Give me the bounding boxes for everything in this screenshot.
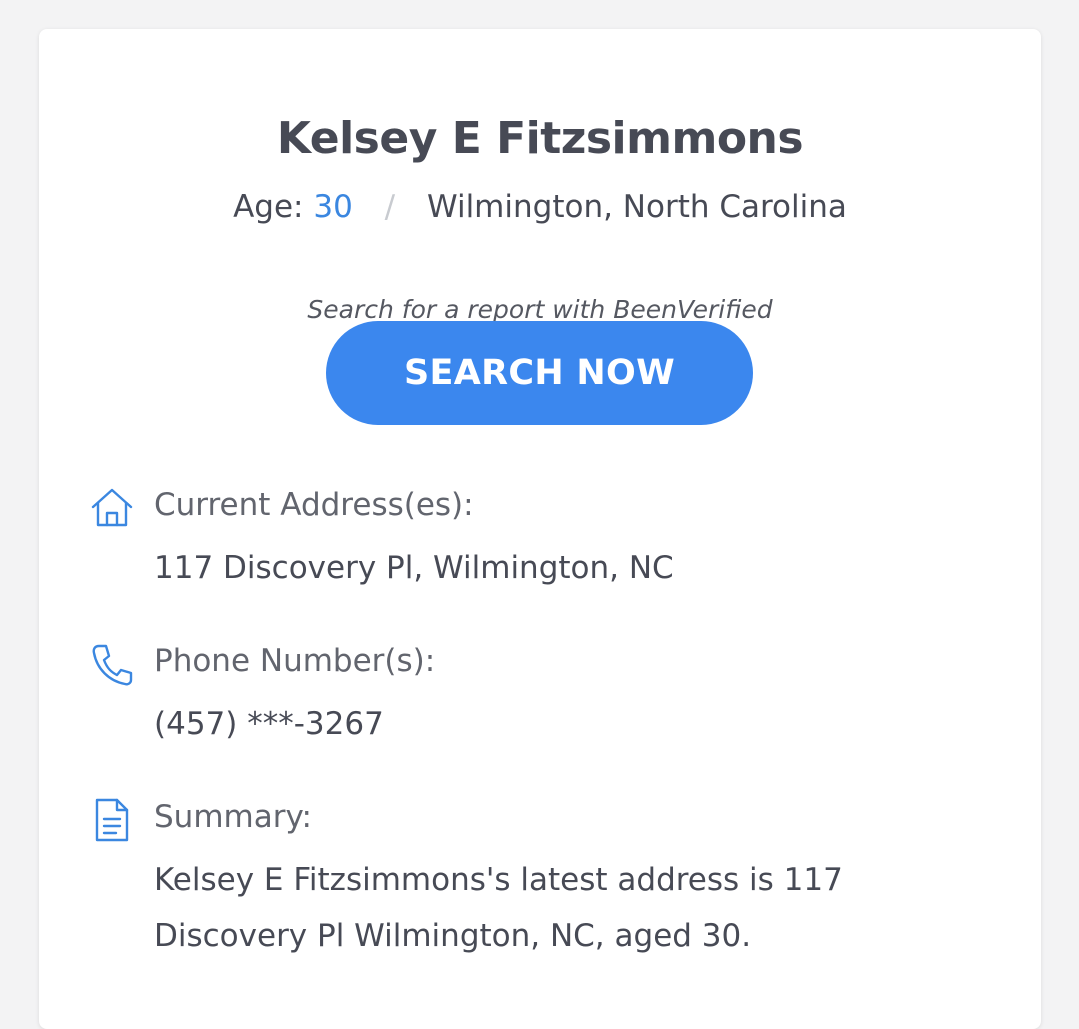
- home-icon: [89, 485, 135, 531]
- age-label: Age:: [233, 189, 304, 225]
- age-value: 30: [313, 189, 353, 225]
- address-label: Current Address(es):: [154, 487, 474, 523]
- summary-label: Summary:: [154, 799, 312, 835]
- person-name: Kelsey E Fitzsimmons: [276, 113, 804, 164]
- meta-separator: /: [384, 189, 396, 225]
- phone-icon: [89, 642, 135, 688]
- search-hint: Search for a report with BeenVerified: [307, 295, 773, 324]
- document-icon: [89, 797, 135, 843]
- location: Wilmington, North Carolina: [426, 189, 847, 225]
- person-meta: Age: 30 / Wilmington, North Carolina: [39, 189, 1041, 225]
- address-value: 117 Discovery Pl, Wilmington, NC: [154, 550, 674, 586]
- search-now-button[interactable]: SEARCH NOW: [326, 321, 753, 425]
- person-card: Kelsey E Fitzsimmons Age: 30 / Wilmingto…: [39, 29, 1041, 1029]
- summary-value: Kelsey E Fitzsimmons's latest address is…: [154, 862, 843, 954]
- phone-value: (457) ***-3267: [154, 706, 384, 742]
- phone-label: Phone Number(s):: [154, 643, 436, 679]
